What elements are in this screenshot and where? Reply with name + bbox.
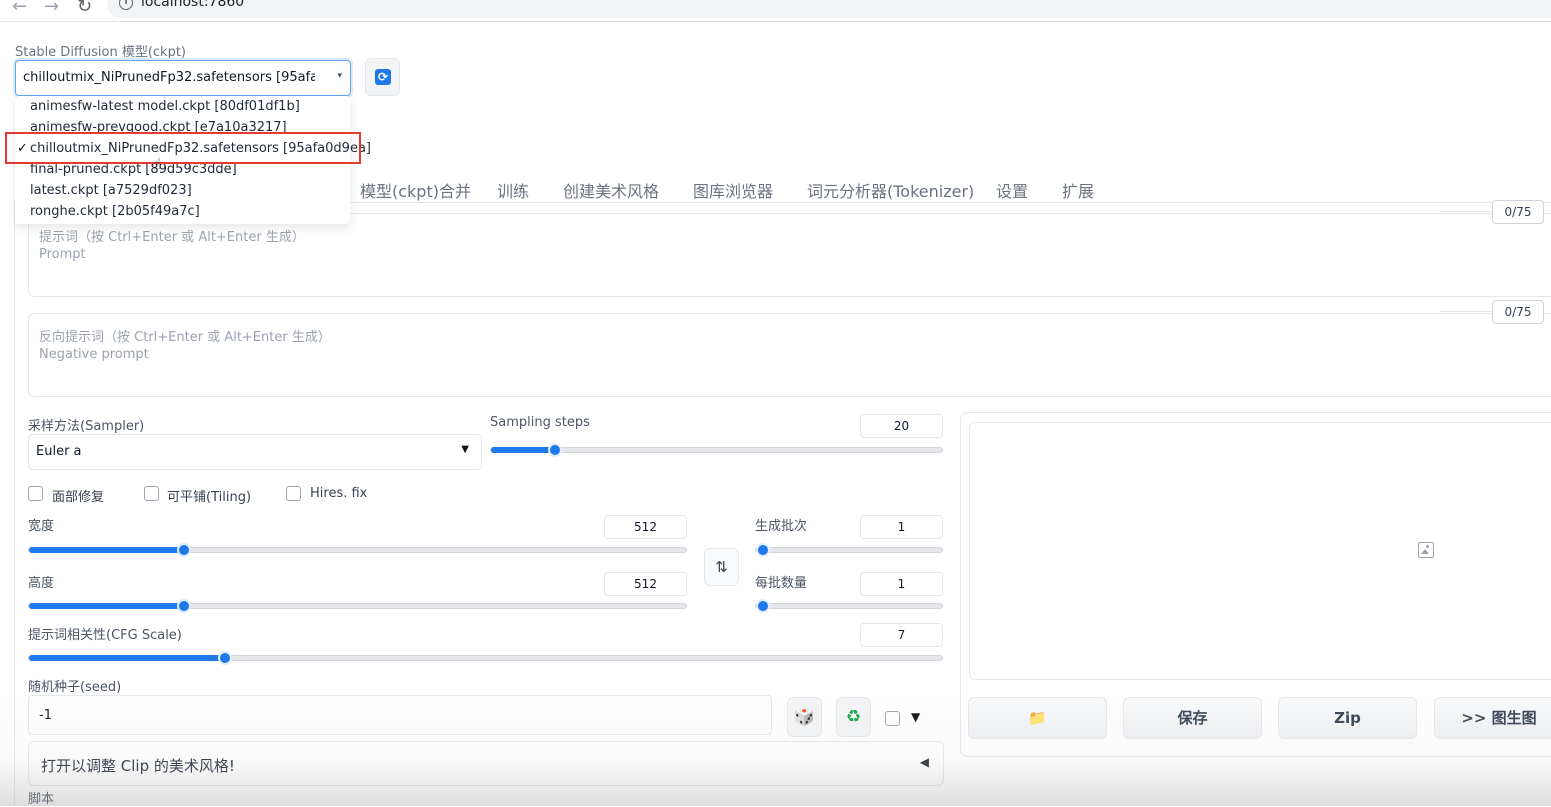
tab-train[interactable]: 训练 (497, 178, 529, 202)
model-option[interactable]: final-pruned.ckpt [89d59c3dde] (30, 162, 237, 177)
batch-size-label: 每批数量 (755, 576, 808, 591)
batch-size-input[interactable]: 1 (860, 572, 943, 596)
tiling-label: 可平铺(Tiling) (167, 490, 252, 505)
browser-toolbar: ← → ↻ i localhost:7860 (0, 0, 1551, 22)
slider-fill (491, 447, 555, 453)
sampling-steps-input[interactable]: 20 (860, 414, 943, 438)
tab-settings[interactable]: 设置 (996, 178, 1028, 202)
slider-fill (29, 547, 184, 553)
model-select[interactable]: chilloutmix_NiPrunedFp32.safetensors [95… (15, 60, 351, 96)
url-text: localhost:7860 (141, 0, 245, 10)
face-restore-label: 面部修复 (52, 490, 105, 505)
cfg-scale-slider[interactable] (28, 651, 943, 665)
face-restore-checkbox[interactable] (28, 486, 43, 501)
caret-down-icon[interactable]: ▼ (911, 710, 920, 724)
refresh-icon: ⟳ (375, 69, 391, 85)
slider-handle[interactable] (756, 543, 770, 557)
extra-seed-checkbox[interactable] (885, 711, 900, 726)
batch-count-input[interactable]: 1 (860, 515, 943, 539)
model-option[interactable]: latest.ckpt [a7529df023] (30, 183, 192, 198)
height-slider[interactable] (28, 599, 687, 613)
dice-icon: 🎲 (793, 707, 816, 727)
tab-tokenizer[interactable]: 词元分析器(Tokenizer) (807, 178, 974, 202)
slider-handle[interactable] (756, 599, 770, 613)
prompt-placeholder: Prompt (39, 247, 86, 262)
swap-dimensions-button[interactable]: ⇅ (704, 548, 739, 586)
output-image-area (969, 422, 1551, 680)
negative-prompt-title: 反向提示词（按 Ctrl+Enter 或 Alt+Enter 生成） (39, 330, 331, 345)
model-label: Stable Diffusion 模型(ckpt) (15, 45, 187, 60)
random-seed-button[interactable]: 🎲 (787, 697, 822, 737)
prompt-token-counter: 0/75 (1492, 200, 1544, 224)
caret-left-icon: ◀ (919, 755, 929, 769)
recycle-icon: ♻ (845, 707, 862, 727)
sampler-select[interactable]: Euler a ▼ (28, 434, 482, 470)
clip-style-label: 打开以调整 Clip 的美术风格! (41, 757, 235, 775)
reload-icon[interactable]: ↻ (77, 0, 92, 17)
sampling-steps-slider[interactable] (490, 443, 943, 457)
slider-fill (29, 603, 184, 609)
slider-handle[interactable] (548, 443, 562, 457)
slider-fill (29, 655, 225, 661)
negative-prompt-token-counter: 0/75 (1492, 300, 1544, 324)
chevron-down-icon: ▼ (461, 444, 469, 455)
forward-arrow-icon[interactable]: → (44, 0, 59, 17)
chevron-down-icon: ▾ (337, 71, 342, 81)
swap-icon: ⇅ (715, 558, 728, 576)
hand-cursor-icon: ☝ (152, 155, 162, 173)
clip-style-accordion[interactable]: 打开以调整 Clip 的美术风格! ◀ (28, 741, 944, 786)
slider-handle[interactable] (218, 651, 232, 665)
site-info-icon[interactable]: i (119, 0, 133, 10)
width-input[interactable]: 512 (604, 515, 687, 539)
negative-prompt-placeholder: Negative prompt (39, 347, 149, 362)
sampling-steps-label: Sampling steps (490, 415, 590, 430)
seed-input[interactable]: -1 (28, 695, 772, 735)
left-rail (14, 200, 15, 806)
tab-checkpoint-merger[interactable]: 模型(ckpt)合并 (360, 178, 471, 202)
tiling-checkbox[interactable] (144, 486, 159, 501)
seed-label: 随机种子(seed) (28, 680, 122, 695)
negative-prompt-textarea[interactable]: 反向提示词（按 Ctrl+Enter 或 Alt+Enter 生成） Negat… (28, 313, 1551, 397)
hires-fix-label: Hires. fix (310, 486, 368, 501)
image-placeholder-icon (1418, 542, 1434, 558)
slider-handle[interactable] (177, 543, 191, 557)
width-slider[interactable] (28, 543, 687, 557)
selection-highlight-box (5, 132, 361, 164)
sampler-value: Euler a (36, 444, 82, 459)
prompt-title: 提示词（按 Ctrl+Enter 或 Alt+Enter 生成） (39, 230, 305, 245)
zip-button[interactable]: Zip (1278, 697, 1417, 739)
width-label: 宽度 (28, 519, 55, 534)
batch-count-slider[interactable] (755, 543, 943, 557)
cfg-scale-label: 提示词相关性(CFG Scale) (28, 628, 182, 643)
batch-count-label: 生成批次 (755, 519, 808, 534)
open-folder-button[interactable]: 📁 (968, 697, 1107, 739)
hires-fix-checkbox[interactable] (286, 486, 301, 501)
prompt-textarea[interactable]: 提示词（按 Ctrl+Enter 或 Alt+Enter 生成） Prompt (28, 213, 1551, 297)
counter-line (1440, 211, 1492, 212)
model-option[interactable]: ronghe.ckpt [2b05f49a7c] (30, 204, 200, 219)
save-button[interactable]: 保存 (1123, 697, 1262, 739)
sampler-label: 采样方法(Sampler) (28, 419, 145, 434)
counter-line (1440, 311, 1492, 312)
refresh-models-button[interactable]: ⟳ (365, 58, 400, 96)
seed-value: -1 (39, 708, 52, 723)
address-bar[interactable]: i localhost:7860 (107, 0, 1551, 18)
back-arrow-icon[interactable]: ← (12, 0, 27, 17)
slider-handle[interactable] (177, 599, 191, 613)
height-input[interactable]: 512 (604, 572, 687, 596)
tab-create-style[interactable]: 创建美术风格 (563, 178, 659, 202)
tab-gallery-browser[interactable]: 图库浏览器 (693, 178, 773, 202)
batch-size-slider[interactable] (755, 599, 943, 613)
script-label: 脚本 (28, 792, 55, 807)
model-option[interactable]: animesfw-latest model.ckpt [80df01df1b] (30, 99, 300, 114)
reuse-seed-button[interactable]: ♻ (836, 697, 871, 737)
cfg-scale-input[interactable]: 7 (860, 623, 943, 647)
send-to-img2img-button[interactable]: >> 图生图 (1434, 697, 1551, 739)
height-label: 高度 (28, 576, 55, 591)
model-select-value: chilloutmix_NiPrunedFp32.safetensors [95… (23, 70, 315, 85)
tab-extensions[interactable]: 扩展 (1062, 178, 1094, 202)
folder-icon: 📁 (1028, 709, 1047, 727)
